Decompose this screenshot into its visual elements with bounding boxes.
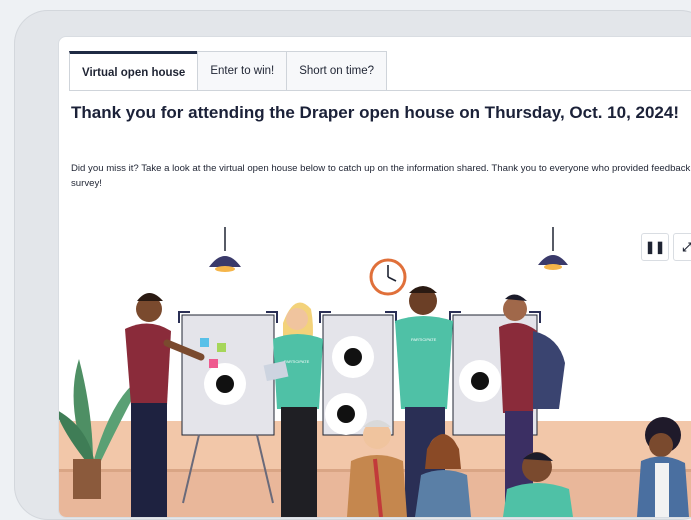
board-center — [319, 311, 397, 436]
shirt-text-woman: PARTICIPATE — [284, 359, 310, 364]
wall-clock — [369, 258, 407, 296]
tab-short-on-time[interactable]: Short on time? — [286, 51, 388, 90]
tablet-frame: Virtual open house Enter to win! Short o… — [14, 10, 691, 520]
tab-enter-to-win[interactable]: Enter to win! — [197, 51, 288, 90]
tablet-screen: Virtual open house Enter to win! Short o… — [58, 36, 691, 518]
tab-virtual-open-house[interactable]: Virtual open house — [69, 51, 199, 91]
lamp-right — [538, 227, 568, 270]
tab-bar: Virtual open house Enter to win! Short o… — [69, 51, 388, 91]
fullscreen-button[interactable]: ⤢ — [673, 233, 691, 261]
pause-icon: ❚❚ — [644, 240, 666, 254]
pause-button[interactable]: ❚❚ — [641, 233, 669, 261]
page-title: Thank you for attending the Draper open … — [71, 103, 680, 122]
lamp-left — [209, 227, 241, 272]
fullscreen-icon: ⤢ — [682, 239, 691, 254]
shirt-text-man: PARTICIPATE — [411, 337, 437, 342]
open-house-video[interactable]: PARTICIPATE PARTICIPATE — [59, 213, 691, 517]
page-description: Did you miss it? Take a look at the virt… — [71, 163, 691, 189]
tab-divider — [69, 90, 691, 91]
